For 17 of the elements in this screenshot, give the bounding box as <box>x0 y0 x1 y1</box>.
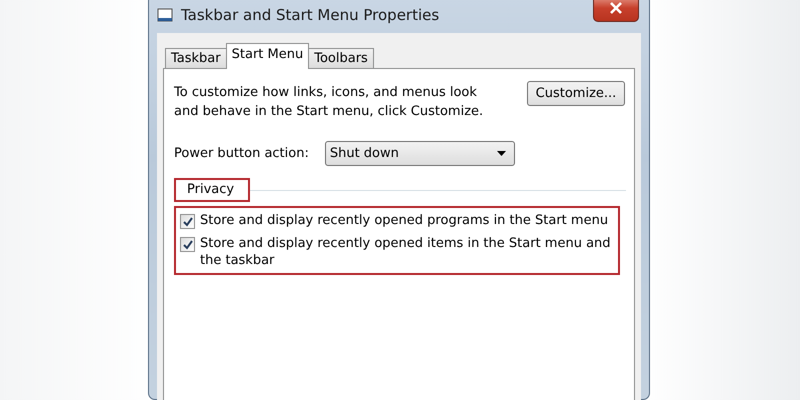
close-icon <box>609 2 623 14</box>
checkbox[interactable] <box>180 237 195 252</box>
tab[interactable]: Toolbars <box>308 48 374 68</box>
customize-button[interactable]: Customize... <box>527 81 625 106</box>
checkbox-label: Store and display recently opened programs in the Start menu <box>200 212 608 229</box>
window-icon <box>157 7 173 23</box>
power-button-label: Power button action: <box>174 146 309 161</box>
tab[interactable]: Start Menu <box>226 43 310 69</box>
close-button[interactable] <box>593 0 639 22</box>
power-button-dropdown[interactable]: Shut down <box>324 141 515 166</box>
checkbox[interactable] <box>180 214 195 229</box>
tab[interactable]: Taskbar <box>165 48 227 68</box>
description-text: To customize how links, icons, and menus look and behave in the Start menu, click Customize. <box>174 84 484 121</box>
checkbox-label: Store and display recently opened items in the Start menu and the taskbar <box>200 235 612 269</box>
privacy-group-title: Privacy <box>174 178 250 202</box>
dropdown-arrow-icon <box>496 151 506 156</box>
window-title: Taskbar and Start Menu Properties <box>181 6 440 24</box>
